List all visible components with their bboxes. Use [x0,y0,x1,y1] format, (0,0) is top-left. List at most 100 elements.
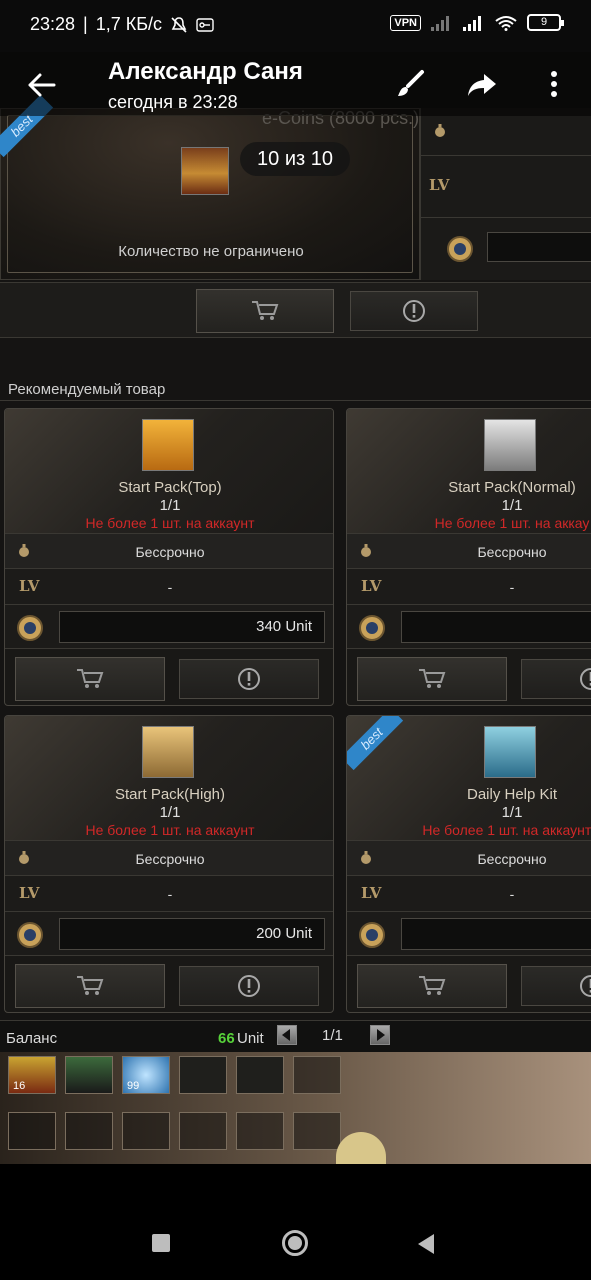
product-card-start-pack-top[interactable]: Start Pack(Top) 1/1 Не более 1 шт. на ак… [4,408,334,706]
balance-amount: 66 [218,1030,235,1047]
sender-name: Александр Саня [108,58,303,85]
recents-button[interactable] [152,1234,170,1252]
image-counter: 10 из 10 [240,142,350,176]
inventory-slot[interactable] [179,1056,227,1094]
level-value: - [167,579,173,595]
top-product-frame[interactable]: best Количество не ограничено [0,94,420,280]
back-button[interactable] [418,1234,434,1254]
next-page-button[interactable] [370,1025,390,1045]
info-button[interactable] [521,659,591,699]
purchase-limit: Не более 1 шт. на аккау [434,515,590,531]
inventory-slot[interactable] [236,1056,284,1094]
add-to-cart-button[interactable] [15,964,165,1008]
duration-row: Бессрочно [5,533,333,569]
top-info-button[interactable] [350,291,478,331]
add-to-cart-button[interactable] [357,657,507,701]
exclamation-icon [580,975,591,997]
top-product-details: LV [420,108,591,280]
level-row: LV [421,156,591,218]
share-icon[interactable] [466,68,498,100]
inventory-bar: 16 99 [0,1052,591,1164]
price-field [401,918,591,950]
character-hair [336,1132,386,1164]
price-row [347,912,591,956]
duration-row: Бессрочно [5,840,333,876]
cart-icon [77,669,104,688]
inventory-slot[interactable] [293,1112,341,1150]
price-field: 200 Unit [59,918,325,950]
info-button[interactable] [521,966,591,1006]
product-name: Start Pack(Normal) [448,479,576,496]
info-button[interactable] [179,966,319,1006]
home-button[interactable] [282,1230,308,1256]
inventory-slot[interactable] [236,1112,284,1150]
product-card-start-pack-high[interactable]: Start Pack(High) 1/1 Не более 1 шт. на а… [4,715,334,1013]
coin-icon [17,615,43,641]
inventory-slot[interactable]: 16 [8,1056,56,1094]
duration-row: Бессрочно [347,533,591,569]
bell-off-icon [171,16,187,33]
coin-icon [17,922,43,948]
signal-2-icon [463,15,481,31]
exclamation-icon [403,300,425,322]
product-count: 1/1 [159,497,181,514]
info-button[interactable] [179,659,319,699]
inventory-slot[interactable] [179,1112,227,1150]
price-row [347,605,591,649]
duration-text: Бессрочно [135,544,205,560]
status-separator: | [83,14,88,34]
top-buttons-row [0,282,591,338]
cart-icon [419,669,446,688]
slot-count: 16 [13,1080,26,1092]
level-row: LV - [347,876,591,912]
status-bar: 23:28 | 1,7 КБ/с VPN 9 [0,0,591,52]
product-count: 1/1 [501,804,523,821]
product-name: Start Pack(High) [114,786,226,803]
inventory-slot[interactable] [122,1112,170,1150]
top-price-field [487,232,591,262]
sent-time: сегодня в 23:28 [108,92,238,112]
gold-chest-icon [142,419,194,471]
top-cart-button[interactable] [196,289,334,333]
cart-icon [419,976,446,995]
add-to-cart-button[interactable] [15,657,165,701]
signal-icon [431,15,449,31]
duration-text: Бессрочно [135,851,205,867]
key-icon [196,17,214,32]
status-right: VPN 9 [390,14,564,31]
treasure-chest-icon [181,147,229,195]
back-arrow-icon[interactable] [24,68,58,102]
inventory-slot[interactable] [65,1112,113,1150]
balance-unit: Unit [237,1030,264,1047]
battery-icon: 9 [527,14,564,31]
status-time: 23:28 [30,14,76,34]
section-divider [0,400,591,401]
quantity-text: Количество не ограничено [118,243,304,260]
duration-text: Бессрочно [477,544,547,560]
prev-page-button[interactable] [277,1025,297,1045]
vpn-badge: VPN [390,14,421,31]
level-label: LV [429,176,450,194]
exclamation-icon [238,668,260,690]
inventory-slot[interactable] [8,1112,56,1150]
inventory-slot[interactable] [293,1056,341,1094]
price-field: 340 Unit [59,611,325,643]
inventory-slot[interactable]: 99 [122,1056,170,1094]
product-card-daily-help-kit[interactable]: best Daily Help Kit 1/1 Не более 1 шт. н… [346,715,591,1013]
purchase-limit: Не более 1 шт. на аккаунт з [422,822,591,838]
status-left: 23:28 | 1,7 КБ/с [30,14,214,35]
more-vertical-icon[interactable] [538,68,570,100]
chevron-right-icon [377,1029,385,1041]
system-nav-bar [0,1164,591,1280]
level-value: - [509,886,515,902]
brush-icon[interactable] [394,68,426,100]
add-to-cart-button[interactable] [357,964,507,1008]
price-row: 200 Unit [5,912,333,956]
product-card-start-pack-normal[interactable]: Start Pack(Normal) 1/1 Не более 1 шт. на… [346,408,591,706]
exclamation-icon [238,975,260,997]
price-field [401,611,591,643]
chest-icon [142,726,194,778]
level-row: LV - [5,569,333,605]
duration-row: Бессрочно [347,840,591,876]
inventory-slot[interactable] [65,1056,113,1094]
